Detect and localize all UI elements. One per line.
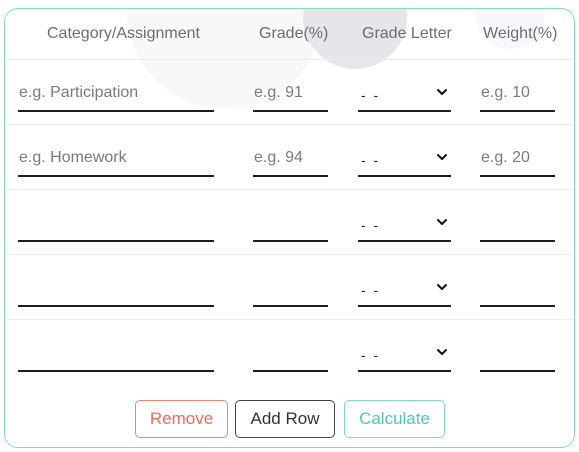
chevron-down-icon: [437, 154, 447, 160]
weight-input[interactable]: [480, 147, 555, 177]
row-divider: [5, 59, 574, 60]
category-input[interactable]: [18, 342, 214, 372]
chevron-down-icon: [437, 349, 447, 355]
grade-letter-value: - -: [361, 282, 381, 298]
grade-input[interactable]: [253, 212, 328, 242]
category-input[interactable]: [18, 82, 214, 112]
grade-calculator-card: Category/Assignment Grade(%) Grade Lette…: [4, 8, 575, 448]
row-divider: [5, 254, 574, 255]
add-row-button[interactable]: Add Row: [235, 400, 335, 438]
grade-letter-select[interactable]: - -: [358, 147, 451, 177]
grade-input[interactable]: [253, 82, 328, 112]
grade-letter-value: - -: [361, 152, 381, 168]
grade-input[interactable]: [253, 147, 328, 177]
remove-button[interactable]: Remove: [135, 400, 228, 438]
grade-letter-value: - -: [361, 87, 381, 103]
grade-letter-select[interactable]: - -: [358, 277, 451, 307]
weight-input[interactable]: [480, 277, 555, 307]
weight-input[interactable]: [480, 212, 555, 242]
header-grade: Grade(%): [259, 25, 329, 42]
grade-input[interactable]: [253, 277, 328, 307]
chevron-down-icon: [437, 219, 447, 225]
chevron-down-icon: [437, 284, 447, 290]
grade-input[interactable]: [253, 342, 328, 372]
row-divider: [5, 189, 574, 190]
category-input[interactable]: [18, 212, 214, 242]
grade-letter-value: - -: [361, 217, 381, 233]
grade-letter-select[interactable]: - -: [358, 82, 451, 112]
header-category: Category/Assignment: [47, 25, 200, 42]
header-weight: Weight(%): [483, 25, 558, 42]
row-divider: [5, 124, 574, 125]
category-input[interactable]: [18, 147, 214, 177]
grade-letter-select[interactable]: - -: [358, 342, 451, 372]
header-grade-letter: Grade Letter: [362, 25, 452, 42]
row-divider: [5, 319, 574, 320]
grade-letter-select[interactable]: - -: [358, 212, 451, 242]
weight-input[interactable]: [480, 82, 555, 112]
calculate-button[interactable]: Calculate: [344, 400, 445, 438]
category-input[interactable]: [18, 277, 214, 307]
chevron-down-icon: [437, 89, 447, 95]
weight-input[interactable]: [480, 342, 555, 372]
grade-letter-value: - -: [361, 347, 381, 363]
